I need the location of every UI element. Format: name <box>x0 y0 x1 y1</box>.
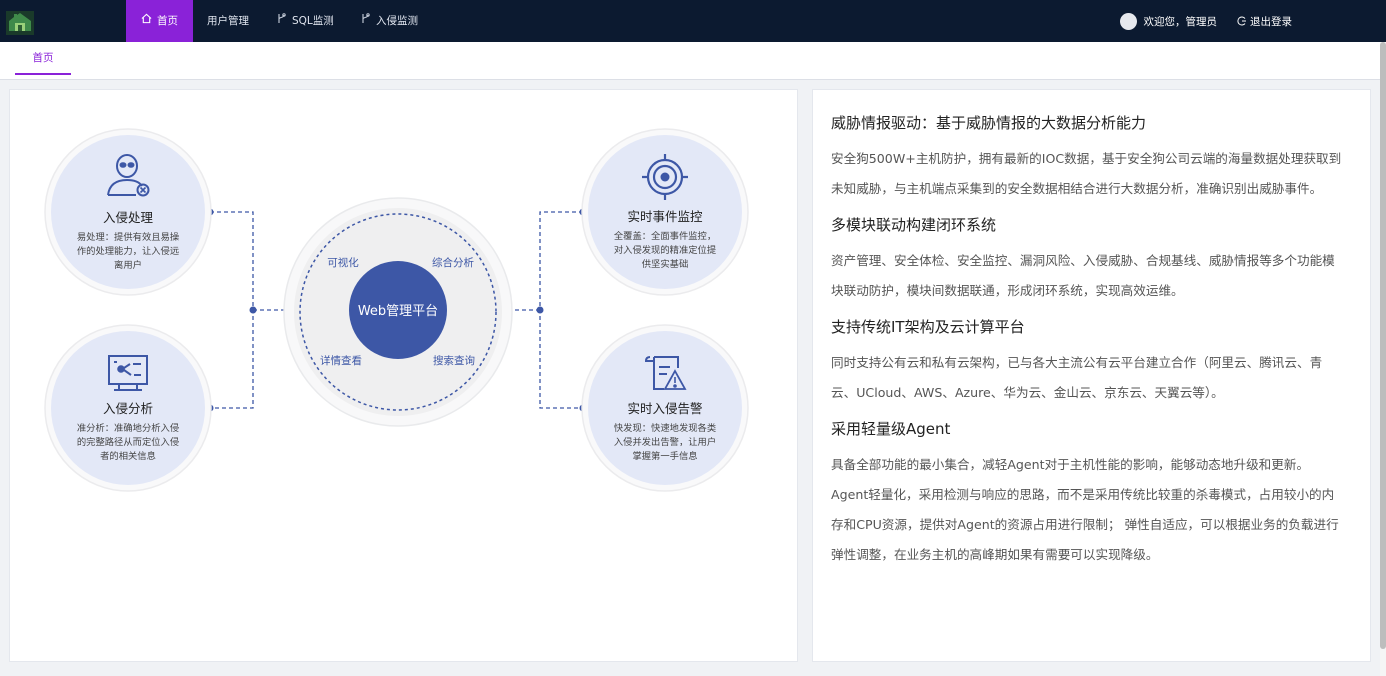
ring-label-search: 搜索查询 <box>433 354 475 367</box>
node-desc-line: 者的相关信息 <box>100 450 156 462</box>
diagram-panel: Web管理平台 可视化 综合分析 详情查看 搜索查询 入侵处理 易处理：提供有效… <box>9 89 798 662</box>
branch-icon <box>277 0 287 42</box>
avatar[interactable] <box>1119 12 1137 30</box>
feature-list: 威胁情报驱动：基于威胁情报的大数据分析能力 安全狗500W+主机防护，拥有最新的… <box>831 112 1356 580</box>
node-desc-line: 准分析：准确地分析入侵 <box>77 422 179 434</box>
feature-desc-line: 同时支持公有云和私有云架构，已与各大主流公有云平台建立合作（阿里云、腾讯云、青 <box>831 355 1323 370</box>
feature-desc-line: Agent轻量化，采用检测与响应的思路，而不是采用传统比较重的杀毒模式，占用较小… <box>831 487 1335 502</box>
nav-intrusion-monitor[interactable]: 入侵监测 <box>361 0 418 42</box>
user-area: 欢迎您，管理员 退出登录 <box>1119 0 1292 42</box>
platform-diagram: Web管理平台 可视化 综合分析 详情查看 搜索查询 入侵处理 易处理：提供有效… <box>44 128 749 492</box>
feature-desc-line: 块联动防护，模块间数据联通，形成闭环系统，实现高效运维。 <box>831 283 1184 298</box>
ring-label-analysis: 综合分析 <box>432 256 474 269</box>
feature-multi-module: 多模块联动构建闭环系统 资产管理、安全体检、安全监控、漏洞风险、入侵威胁、合规基… <box>831 214 1356 306</box>
scrollbar-thumb[interactable] <box>1380 42 1386 649</box>
nav-intrusion-monitor-label: 入侵监测 <box>376 15 418 27</box>
nav-user-management-label: 用户管理 <box>207 15 249 27</box>
tab-home[interactable]: 首页 <box>15 42 71 75</box>
node-realtime-alert: 实时入侵告警 快发现：快速地发现各类 入侵并发出告警，让用户 掌握第一手信息 <box>581 324 749 492</box>
feature-title: 多模块联动构建闭环系统 <box>831 216 997 234</box>
home-icon <box>141 0 152 42</box>
feature-title: 采用轻量级Agent <box>831 420 951 438</box>
feature-desc-line: 弹性调整，在业务主机的高峰期如果有需要可以实现降级。 <box>831 547 1159 562</box>
feature-desc: 资产管理、安全体检、安全监控、漏洞风险、入侵威胁、合规基线、威胁情报等多个功能模… <box>831 246 1356 306</box>
node-intrusion-handle: 入侵处理 易处理：提供有效且易操 作的处理能力，让入侵远 离用户 <box>44 128 212 296</box>
node-title: 实时入侵告警 <box>627 401 702 416</box>
node-title: 入侵分析 <box>103 401 153 416</box>
node-desc-line: 对入侵发现的精准定位提 <box>614 244 717 256</box>
top-nav: 首页 用户管理 SQL监测 入侵监测 欢迎您，管理员 退出登录 <box>0 0 1386 42</box>
feature-desc-line: 存和CPU资源，提供对Agent的资源占用进行限制； 弹性自适应，可以根据业务的… <box>831 517 1339 532</box>
feature-desc-line: 云、UCloud、AWS、Azure、华为云、金山云、京东云、天翼云等）。 <box>831 385 1224 400</box>
tab-bar: 首页 <box>0 42 1380 80</box>
feature-desc-line: 安全狗500W+主机防护，拥有最新的IOC数据，基于安全狗公司云端的海量数据处理… <box>831 151 1342 166</box>
feature-desc-line: 具备全部功能的最小集合，减轻Agent对于主机性能的影响，能够动态地升级和更新。 <box>831 457 1310 472</box>
feature-desc: 安全狗500W+主机防护，拥有最新的IOC数据，基于安全狗公司云端的海量数据处理… <box>831 144 1356 204</box>
nav-sql-monitor-label: SQL监测 <box>292 15 334 27</box>
nav-user-management[interactable]: 用户管理 <box>207 0 249 42</box>
welcome-text: 欢迎您，管理员 <box>1143 15 1218 28</box>
center-label: Web管理平台 <box>358 304 438 319</box>
center-hub: Web管理平台 可视化 综合分析 详情查看 搜索查询 <box>283 197 513 427</box>
node-desc-line: 作的处理能力，让入侵远 <box>77 245 179 257</box>
feature-desc: 同时支持公有云和私有云架构，已与各大主流公有云平台建立合作（阿里云、腾讯云、青 … <box>831 348 1356 408</box>
nav-home[interactable]: 首页 <box>126 0 193 42</box>
features-panel: 威胁情报驱动：基于威胁情报的大数据分析能力 安全狗500W+主机防护，拥有最新的… <box>812 89 1371 662</box>
feature-title: 威胁情报驱动：基于威胁情报的大数据分析能力 <box>831 114 1147 132</box>
logout-label: 退出登录 <box>1250 15 1292 28</box>
node-intrusion-analysis: 入侵分析 准分析：准确地分析入侵 的完整路径从而定位入侵 者的相关信息 <box>44 324 212 492</box>
node-desc-line: 的完整路径从而定位入侵 <box>77 436 179 448</box>
logout-button[interactable]: 退出登录 <box>1237 14 1292 29</box>
node-realtime-monitor: 实时事件监控 全覆盖：全面事件监控， 对入侵发现的精准定位提 供坚实基础 <box>581 128 749 296</box>
feature-title: 支持传统IT架构及云计算平台 <box>831 318 1025 336</box>
ring-label-visualization: 可视化 <box>327 256 359 269</box>
feature-desc: 具备全部功能的最小集合，减轻Agent对于主机性能的影响，能够动态地升级和更新。… <box>831 450 1356 570</box>
node-desc-line: 离用户 <box>114 259 142 271</box>
feature-lightweight-agent: 采用轻量级Agent 具备全部功能的最小集合，减轻Agent对于主机性能的影响，… <box>831 418 1356 570</box>
node-desc-line: 入侵并发出告警，让用户 <box>614 436 716 448</box>
feature-desc-line: 未知威胁，与主机端点采集到的安全数据相结合进行大数据分析，准确识别出威胁事件。 <box>831 181 1323 196</box>
nav-home-label: 首页 <box>157 15 178 27</box>
nav-sql-monitor[interactable]: SQL监测 <box>277 0 334 42</box>
feature-threat-intel: 威胁情报驱动：基于威胁情报的大数据分析能力 安全狗500W+主机防护，拥有最新的… <box>831 112 1356 204</box>
node-desc-line: 全覆盖：全面事件监控， <box>614 230 716 242</box>
node-desc-line: 掌握第一手信息 <box>632 450 697 462</box>
node-desc-line: 易处理：提供有效且易操 <box>77 231 179 243</box>
node-title: 入侵处理 <box>103 210 154 225</box>
ring-label-details: 详情查看 <box>320 354 362 367</box>
node-title: 实时事件监控 <box>627 209 703 224</box>
feature-desc-line: 资产管理、安全体检、安全监控、漏洞风险、入侵威胁、合规基线、威胁情报等多个功能模 <box>831 253 1335 268</box>
logo-icon[interactable] <box>6 11 34 35</box>
logout-icon <box>1237 16 1246 26</box>
feature-cloud-platform: 支持传统IT架构及云计算平台 同时支持公有云和私有云架构，已与各大主流公有云平台… <box>831 316 1356 408</box>
node-desc-line: 供坚实基础 <box>642 258 689 270</box>
node-desc-line: 快发现：快速地发现各类 <box>614 422 716 434</box>
branch-icon <box>361 0 371 42</box>
